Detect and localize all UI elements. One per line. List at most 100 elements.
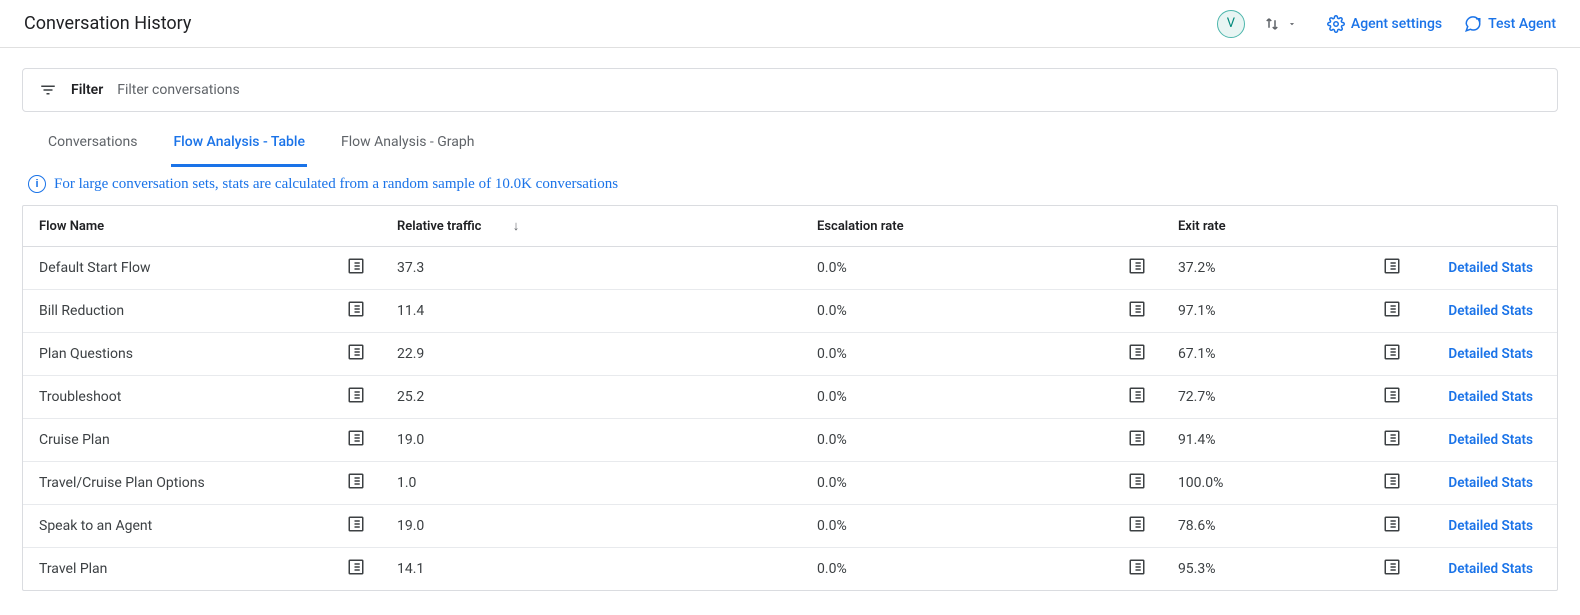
detailed-stats-link[interactable]: Detailed Stats [1417, 505, 1557, 548]
list-icon[interactable] [1383, 300, 1401, 318]
exit-rate-cell: 95.3% [1162, 548, 1379, 591]
agent-settings-label: Agent settings [1351, 16, 1442, 32]
detailed-stats-link[interactable]: Detailed Stats [1417, 333, 1557, 376]
chat-icon [1464, 15, 1482, 33]
list-icon[interactable] [1128, 558, 1146, 576]
table-header-row: Flow Name Relative traffic ↓ Escalation … [23, 206, 1557, 247]
table-row: Plan Questions 22.9 0.0% 67.1% Detailed … [23, 333, 1557, 376]
test-agent-button[interactable]: Test Agent [1464, 15, 1556, 33]
relative-traffic-cell: 25.2 [381, 376, 801, 419]
escalation-cell: 0.0% [801, 505, 1124, 548]
flow-name-cell: Plan Questions [23, 333, 343, 376]
list-icon[interactable] [1128, 386, 1146, 404]
escalation-cell: 0.0% [801, 548, 1124, 591]
filter-panel: Filter Filter conversations [22, 68, 1558, 112]
escalation-cell: 0.0% [801, 419, 1124, 462]
relative-traffic-cell: 19.0 [381, 505, 801, 548]
list-icon[interactable] [347, 558, 365, 576]
tabs: Conversations Flow Analysis - Table Flow… [22, 120, 1558, 167]
list-icon[interactable] [347, 386, 365, 404]
list-icon[interactable] [1383, 558, 1401, 576]
tab-conversations[interactable]: Conversations [46, 120, 139, 167]
list-icon[interactable] [1128, 515, 1146, 533]
detailed-stats-link[interactable]: Detailed Stats [1417, 548, 1557, 591]
table-row: Default Start Flow 37.3 0.0% 37.2% Detai… [23, 247, 1557, 290]
list-icon[interactable] [347, 300, 365, 318]
table-row: Bill Reduction 11.4 0.0% 97.1% Detailed … [23, 290, 1557, 333]
col-flow-name[interactable]: Flow Name [23, 206, 343, 247]
detailed-stats-link[interactable]: Detailed Stats [1417, 290, 1557, 333]
test-agent-label: Test Agent [1488, 16, 1556, 32]
list-icon[interactable] [1383, 257, 1401, 275]
exit-rate-cell: 100.0% [1162, 462, 1379, 505]
escalation-cell: 0.0% [801, 333, 1124, 376]
table-row: Travel/Cruise Plan Options 1.0 0.0% 100.… [23, 462, 1557, 505]
info-icon: i [28, 175, 46, 193]
table-row: Cruise Plan 19.0 0.0% 91.4% Detailed Sta… [23, 419, 1557, 462]
flow-name-cell: Bill Reduction [23, 290, 343, 333]
list-icon[interactable] [1383, 386, 1401, 404]
swap-vertical-icon [1263, 15, 1281, 33]
relative-traffic-cell: 1.0 [381, 462, 801, 505]
info-banner-text: For large conversation sets, stats are c… [54, 176, 618, 193]
list-icon[interactable] [347, 343, 365, 361]
col-escalation-rate[interactable]: Escalation rate [801, 206, 1124, 247]
exit-rate-cell: 97.1% [1162, 290, 1379, 333]
list-icon[interactable] [1128, 257, 1146, 275]
detailed-stats-link[interactable]: Detailed Stats [1417, 419, 1557, 462]
list-icon[interactable] [1383, 343, 1401, 361]
avatar-initial: V [1227, 16, 1235, 31]
gear-icon [1327, 15, 1345, 33]
chevron-down-icon [1287, 15, 1297, 33]
exit-rate-cell: 72.7% [1162, 376, 1379, 419]
flow-name-cell: Cruise Plan [23, 419, 343, 462]
relative-traffic-cell: 11.4 [381, 290, 801, 333]
flow-name-cell: Troubleshoot [23, 376, 343, 419]
table-row: Troubleshoot 25.2 0.0% 72.7% Detailed St… [23, 376, 1557, 419]
list-icon[interactable] [1383, 429, 1401, 447]
agent-settings-button[interactable]: Agent settings [1327, 15, 1442, 33]
exit-rate-cell: 78.6% [1162, 505, 1379, 548]
list-icon[interactable] [1128, 343, 1146, 361]
filter-bar[interactable]: Filter Filter conversations [23, 69, 1557, 111]
flow-name-cell: Speak to an Agent [23, 505, 343, 548]
relative-traffic-cell: 37.3 [381, 247, 801, 290]
exit-rate-cell: 37.2% [1162, 247, 1379, 290]
exit-rate-cell: 67.1% [1162, 333, 1379, 376]
sort-direction-dropdown[interactable] [1263, 15, 1297, 33]
top-bar: Conversation History V Agent settings Te… [0, 0, 1580, 48]
page-title: Conversation History [24, 13, 191, 34]
list-icon[interactable] [347, 429, 365, 447]
filter-icon [39, 81, 57, 99]
table-row: Travel Plan 14.1 0.0% 95.3% Detailed Sta… [23, 548, 1557, 591]
list-icon[interactable] [1128, 429, 1146, 447]
list-icon[interactable] [1383, 472, 1401, 490]
flow-name-cell: Travel/Cruise Plan Options [23, 462, 343, 505]
table-row: Speak to an Agent 19.0 0.0% 78.6% Detail… [23, 505, 1557, 548]
relative-traffic-cell: 22.9 [381, 333, 801, 376]
escalation-cell: 0.0% [801, 376, 1124, 419]
detailed-stats-link[interactable]: Detailed Stats [1417, 462, 1557, 505]
tab-flow-analysis-graph[interactable]: Flow Analysis - Graph [339, 120, 477, 167]
escalation-cell: 0.0% [801, 462, 1124, 505]
relative-traffic-cell: 14.1 [381, 548, 801, 591]
exit-rate-cell: 91.4% [1162, 419, 1379, 462]
col-exit-rate[interactable]: Exit rate [1162, 206, 1379, 247]
flow-table: Flow Name Relative traffic ↓ Escalation … [22, 205, 1558, 591]
list-icon[interactable] [1128, 300, 1146, 318]
avatar[interactable]: V [1217, 10, 1245, 38]
list-icon[interactable] [347, 472, 365, 490]
relative-traffic-cell: 19.0 [381, 419, 801, 462]
list-icon[interactable] [347, 515, 365, 533]
tab-flow-analysis-table[interactable]: Flow Analysis - Table [171, 120, 307, 167]
list-icon[interactable] [1383, 515, 1401, 533]
list-icon[interactable] [1128, 472, 1146, 490]
list-icon[interactable] [347, 257, 365, 275]
info-banner: i For large conversation sets, stats are… [22, 167, 1558, 205]
sort-descending-icon: ↓ [513, 218, 520, 234]
flow-name-cell: Travel Plan [23, 548, 343, 591]
escalation-cell: 0.0% [801, 290, 1124, 333]
detailed-stats-link[interactable]: Detailed Stats [1417, 247, 1557, 290]
col-relative-traffic[interactable]: Relative traffic ↓ [381, 206, 801, 247]
detailed-stats-link[interactable]: Detailed Stats [1417, 376, 1557, 419]
